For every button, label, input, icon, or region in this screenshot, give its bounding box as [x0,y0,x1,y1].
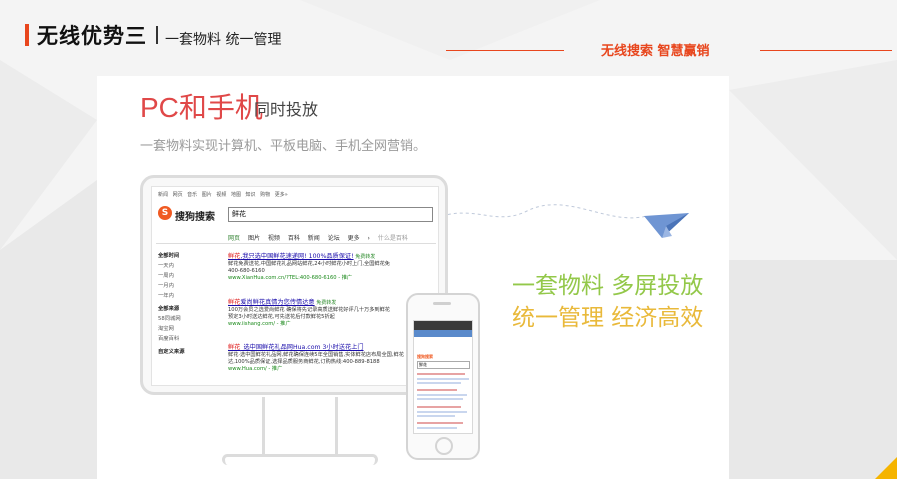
tab-images[interactable]: 图片 [248,235,260,242]
phone-status-bar [414,321,472,330]
slogan-line-2: 统一管理 经济高效 [512,305,704,331]
content-card: PC和手机 同时投放 一套物料实现计算机、平板电脑、手机全网营销。 新闻 网页 … [97,76,729,479]
result-title[interactable]: 鲜花_选中国鲜花礼品网Hua.com 3小时送花上门 [228,344,364,351]
phone-result-line [417,389,457,391]
result-snippet: 鲜花免费送花,中国鲜花礼品网站鲜花,24小时鲜花小时上门,全国鲜花免 [228,261,390,267]
filter-item[interactable]: 一周内 [158,271,218,281]
tagline-right-rule [760,50,892,51]
phone-search-input[interactable]: 鲜花 [417,361,470,369]
sogou-logo-icon: S [158,206,172,220]
sogou-filter-sidebar: 全部时间 一天内 一周内 一月内 一年内 全部来源 58同城网 淘宝网 百度百科… [158,251,218,357]
phone-result-line [417,427,457,429]
filter-item[interactable]: 一月内 [158,281,218,291]
sogou-tabs: 网页 图片 视频 百科 新闻 论坛 更多 › 什么是百科 [228,233,408,242]
phone-result-line [417,398,463,400]
filter-item[interactable]: 淘宝网 [158,324,218,334]
monitor-mockup: 新闻 网页 音乐 图片 视频 地图 知识 购物 更多» S 搜狗搜索 鲜花 网页… [140,175,448,395]
result-title[interactable]: 鲜花爱尚鲜花真情为您传情达意 [228,299,315,306]
result-url[interactable]: www.iishang.com/ - 推广 [228,321,433,328]
tab-more[interactable]: 更多 › [348,235,370,242]
tab-baike[interactable]: 百科 [288,235,300,242]
header-separator [156,26,158,44]
tab-news[interactable]: 新闻 [308,235,320,242]
result-snippet: 达,100%品质保证,选择品质服务商鲜花,订购热线:400-889-8188 [228,359,380,365]
result-title[interactable]: 鲜花,我只选中国鲜花速递网! 100%品质保证! [228,253,354,260]
result-snippet: 鲜花·选中国鲜花礼品网,鲜花确保连续5年全国销售,实体鲜花店布局全国,鲜花 [228,352,404,358]
tab-web[interactable]: 网页 [228,235,240,242]
phone-result-line [417,422,463,424]
tab-what-is[interactable]: 什么是百科 [378,235,408,242]
tagline: 无线搜索 智慧赢销 [601,44,710,59]
sogou-logo-text: 搜狗搜索 [175,212,215,223]
result-badge[interactable]: 免费转发 [316,300,336,306]
filter-heading-custom: 自定义来源 [158,349,185,355]
search-result: 鲜花,我只选中国鲜花速递网! 100%品质保证! 免费转发 鲜花免费送花,中国鲜… [228,253,433,282]
phone-sogou-logo: 搜狗搜索 [417,354,433,359]
sogou-top-nav: 新闻 网页 音乐 图片 视频 地图 知识 购物 更多» [158,192,288,198]
phone-mockup: 搜狗搜索 鲜花 [406,293,480,460]
phone-result-line [417,406,461,408]
result-url[interactable]: www.XianHua.com.cn/?TEL:400-680-6160 - 推… [228,275,433,282]
phone-result-line [417,394,467,396]
result-snippet: 400-680-6160 [228,268,265,274]
search-result: 鲜花_选中国鲜花礼品网Hua.com 3小时送花上门 鲜花·选中国鲜花礼品网,鲜… [228,344,433,373]
tagline-left-rule [446,50,564,51]
sogou-search-input[interactable]: 鲜花 [228,207,433,222]
tab-divider [156,243,436,244]
result-snippet: 预定3小时送达鲜花,可先送花后付款鲜花5折起 [228,314,335,320]
tab-forum[interactable]: 论坛 [328,235,340,242]
corner-decoration [875,457,897,479]
phone-url-bar [414,330,472,337]
filter-heading-time: 全部时间 [158,253,180,259]
tab-video[interactable]: 视频 [268,235,280,242]
page-subtitle: 一套物料 统一管理 [165,32,282,48]
result-snippet: 100万会员之选爱尚鲜花 确保将先记录高质送鲜花好评几十万多到鲜花 [228,307,390,313]
filter-item[interactable]: 一年内 [158,291,218,301]
phone-result-line [417,378,469,380]
slogan-line-1: 一套物料 多屏投放 [512,273,704,299]
filter-item[interactable]: 58同城网 [158,314,218,324]
filter-item[interactable]: 一天内 [158,261,218,271]
phone-result-line [417,415,455,417]
phone-screen: 搜狗搜索 鲜花 [413,320,473,434]
filter-heading-source: 全部来源 [158,306,180,312]
header-accent-bar [25,24,29,46]
phone-result-line [417,411,467,413]
phone-home-button [435,437,453,455]
phone-result-line [417,382,461,384]
result-badge[interactable]: 免费转发 [355,254,375,260]
phone-speaker [433,302,451,305]
phone-result-line [417,373,465,375]
filter-item[interactable]: 百度百科 [158,334,218,344]
paper-plane-icon [644,213,689,238]
monitor-base [222,454,378,465]
page-title: 无线优势三 [37,24,147,48]
monitor-neck [262,397,338,455]
result-url[interactable]: www.Hua.com/ - 推广 [228,366,433,373]
search-result: 鲜花爱尚鲜花真情为您传情达意 免费转发 100万会员之选爱尚鲜花 确保将先记录高… [228,299,433,328]
sogou-desktop-screen: 新闻 网页 音乐 图片 视频 地图 知识 购物 更多» S 搜狗搜索 鲜花 网页… [151,186,439,386]
